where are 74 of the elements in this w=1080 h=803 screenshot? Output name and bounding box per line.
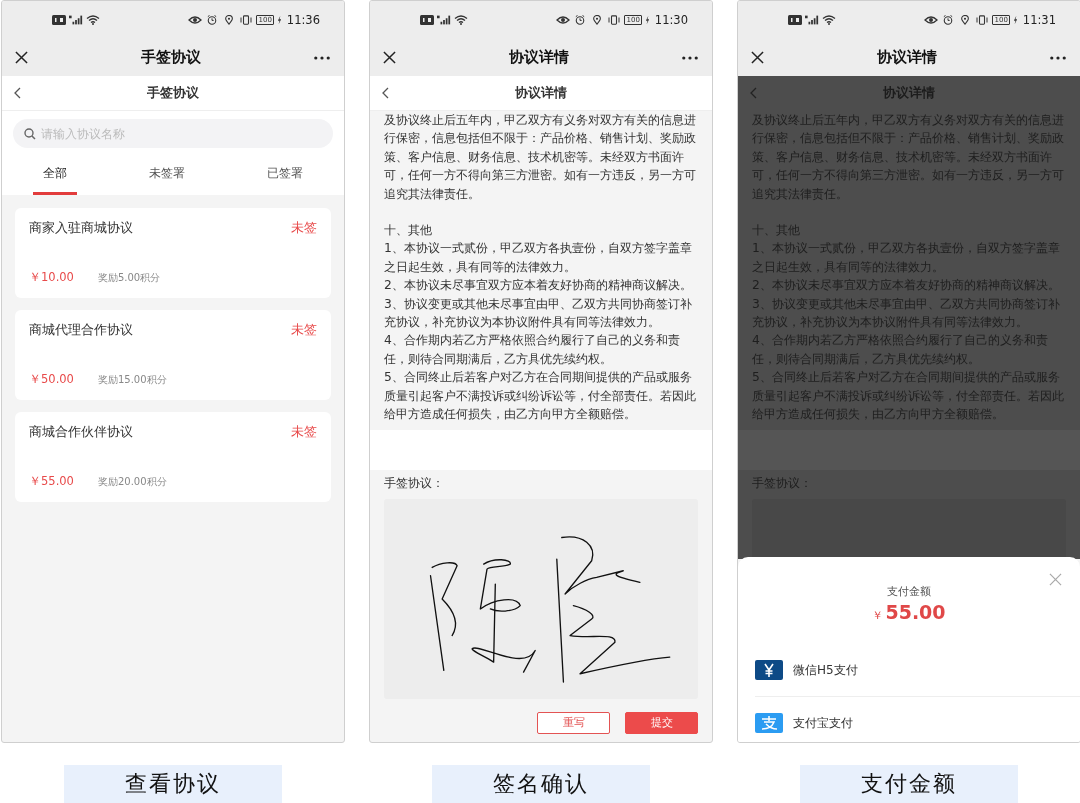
status-time: 11:31 <box>1022 13 1056 27</box>
tab[interactable]: 全部 <box>33 155 77 195</box>
charging-icon <box>644 15 650 25</box>
close-icon[interactable] <box>383 51 396 64</box>
close-icon[interactable] <box>751 51 764 64</box>
wifi-icon <box>86 15 100 25</box>
more-icon[interactable] <box>682 55 698 60</box>
window-title: 手签协议 <box>141 48 201 67</box>
eye-icon <box>188 15 203 25</box>
reward-points: 奖励20.00积分 <box>97 474 167 489</box>
payment-amount: 55.00 <box>885 601 946 623</box>
agreement-name: 商家入驻商城协议 <box>29 220 133 237</box>
tab[interactable]: 已签署 <box>257 155 313 195</box>
hd-icon <box>52 15 66 25</box>
payment-app-icon <box>755 713 783 733</box>
document-paragraph: 5、合同终止后若客户对乙方在合同期间提供的产品或服务质量引起客户不满投诉或纠纷诉讼等，付全部责任。若因此给甲方造成任何损失，由乙方向甲方全额赔偿。 <box>384 369 697 424</box>
wifi-icon <box>822 15 836 25</box>
status-time: 11:36 <box>286 13 320 27</box>
document-paragraph: 十、其他 <box>384 222 433 240</box>
agreement-card[interactable]: 商城代理合作协议 未签 ￥50.00 奖励15.00积分 <box>15 310 331 400</box>
tab[interactable]: 未签署 <box>139 155 195 195</box>
caption: 支付金额 <box>800 765 1018 803</box>
vibrate-icon <box>975 15 990 25</box>
vibrate-icon <box>607 15 622 25</box>
wifi-icon <box>454 15 468 25</box>
reward-points: 奖励15.00积分 <box>97 372 167 387</box>
signature-label: 手签协议： <box>384 475 445 491</box>
more-icon[interactable] <box>1050 55 1066 60</box>
vibrate-icon <box>239 15 254 25</box>
document-paragraph: 2、本协议未尽事宜双方应本着友好协商的精神商议解决。 <box>384 277 693 295</box>
close-icon[interactable] <box>15 51 28 64</box>
eye-icon <box>924 15 939 25</box>
document-paragraph: 及协议终止后五年内，甲乙双方有义务对双方有关的信息进行保密，信息包括但不限于：产品价格、销售计划、奖励政策、客户信息、财务信息、技术机密等。未经双方书面许可，任何一方不得向第三方泄密。如有一方违反，另一方可追究其法律责任。 <box>384 112 697 203</box>
agreement-card[interactable]: 商城合作伙伴协议 未签 ￥55.00 奖励20.00积分 <box>15 412 331 502</box>
signal-icon <box>69 15 83 25</box>
page-title: 手签协议 <box>147 84 199 102</box>
submit-button[interactable]: 提交 <box>625 711 698 734</box>
signature-pad[interactable] <box>384 498 698 699</box>
back-icon[interactable] <box>14 87 21 99</box>
window-title: 协议详情 <box>509 48 569 67</box>
price: ￥55.00 <box>29 474 74 489</box>
agreement-card[interactable]: 商家入驻商城协议 未签 ￥10.00 奖励5.00积分 <box>15 208 331 298</box>
document-paragraph: 1、本协议一式贰份，甲乙双方各执壹份，自双方签字盖章之日起生效，具有同等的法律效力。 <box>384 240 693 276</box>
caption: 签名确认 <box>432 765 650 803</box>
price: ￥10.00 <box>29 270 74 285</box>
hd-icon <box>788 15 802 25</box>
status-label: 未签 <box>291 220 317 237</box>
status-label: 未签 <box>291 322 317 339</box>
payment-title: 支付金额 <box>887 584 931 599</box>
charging-icon <box>276 15 282 25</box>
eye-icon <box>556 15 571 25</box>
document-paragraph: 3、协议变更或其他未尽事宜由甲、乙双方共同协商签订补充协议，补充协议为本协议附件具有同等法律效力。 <box>384 295 693 332</box>
search-icon <box>24 128 36 140</box>
back-icon[interactable] <box>382 87 389 99</box>
status-time: 11:30 <box>654 13 688 27</box>
status-label: 未签 <box>291 424 317 441</box>
currency-symbol: ￥ <box>872 608 884 623</box>
signal-icon <box>805 15 819 25</box>
signal-icon <box>437 15 451 25</box>
payment-option[interactable]: 支付宝支付 <box>755 697 1080 742</box>
yuan-icon <box>755 660 783 680</box>
hd-icon <box>420 15 434 25</box>
page-title: 协议详情 <box>515 84 567 102</box>
document-paragraph: 4、合作期内若乙方严格依照合约履行了自己的义务和责任，则待合同期满后，乙方具优先续约权。 <box>384 332 681 368</box>
price: ￥50.00 <box>29 372 74 387</box>
charging-icon <box>1012 15 1018 25</box>
caption: 查看协议 <box>64 765 282 803</box>
rewrite-button[interactable]: 重写 <box>537 711 610 734</box>
more-icon[interactable] <box>314 55 330 60</box>
reward-points: 奖励5.00积分 <box>97 270 161 285</box>
payment-option[interactable]: 微信H5支付 <box>755 644 1080 697</box>
agreement-name: 商城代理合作协议 <box>29 322 133 339</box>
window-title: 协议详情 <box>877 48 937 67</box>
agreement-name: 商城合作伙伴协议 <box>29 424 133 441</box>
